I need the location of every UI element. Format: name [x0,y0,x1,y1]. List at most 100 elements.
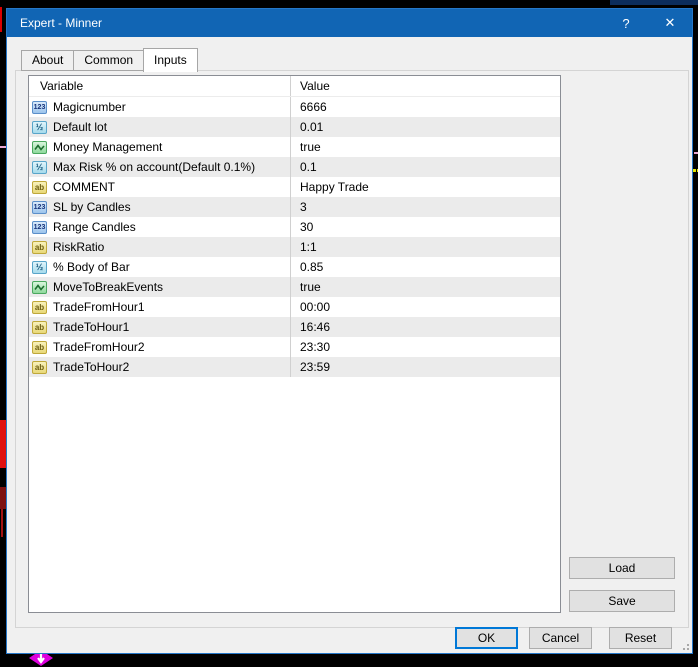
variable-value[interactable]: true [300,280,321,294]
type-int-icon: 123 [32,220,47,234]
chart-line-fragment-right [694,152,698,154]
value-cell[interactable]: 3 [290,197,560,217]
table-row[interactable]: ½ Default lot 0.01 [29,117,560,137]
table-row[interactable]: 123 SL by Candles 3 [29,197,560,217]
value-cell[interactable]: 0.1 [290,157,560,177]
table-row[interactable]: Money Management true [29,137,560,157]
variable-cell: 123 SL by Candles [29,197,290,217]
variable-value[interactable]: 6666 [300,100,327,114]
variable-cell: ab RiskRatio [29,237,290,257]
type-bool-icon [32,280,47,294]
type-string-icon: ab [32,300,47,314]
resize-grip[interactable] [680,641,689,650]
chart-background: Expert - Minner ? ✕ About Common Inputs … [0,0,698,667]
value-cell[interactable]: 00:00 [290,297,560,317]
variable-value[interactable]: 00:00 [300,300,330,314]
table-row[interactable]: ab COMMENT Happy Trade [29,177,560,197]
variable-name: Money Management [53,140,163,154]
expert-properties-dialog: Expert - Minner ? ✕ About Common Inputs … [6,8,693,654]
type-string-icon: ab [32,240,47,254]
variable-cell: MoveToBreakEvents [29,277,290,297]
table-row[interactable]: ab TradeToHour1 16:46 [29,317,560,337]
chart-candle-wick [1,509,3,537]
table-row[interactable]: ½ Max Risk % on account(Default 0.1%) 0.… [29,157,560,177]
variable-value[interactable]: 0.01 [300,120,323,134]
variable-value[interactable]: true [300,140,321,154]
variable-name: TradeToHour2 [53,360,130,374]
variable-name: TradeFromHour1 [53,300,145,314]
table-row[interactable]: ab TradeToHour2 23:59 [29,357,560,377]
table-row[interactable]: ab TradeFromHour1 00:00 [29,297,560,317]
variable-value[interactable]: 3 [300,200,307,214]
variable-name: TradeToHour1 [53,320,130,334]
variable-value[interactable]: 23:59 [300,360,330,374]
table-header: Variable Value [29,76,560,97]
chart-candle-fragment [0,7,2,32]
titlebar-buttons: ? ✕ [604,9,692,37]
variable-value[interactable]: 16:46 [300,320,330,334]
help-icon: ? [622,15,630,31]
chart-dot-yellow [693,169,696,172]
tab-strip: About Common Inputs [21,47,198,72]
variable-name: MoveToBreakEvents [53,280,164,294]
table-row[interactable]: 123 Range Candles 30 [29,217,560,237]
table-row[interactable]: MoveToBreakEvents true [29,277,560,297]
column-header-variable[interactable]: Variable [29,79,290,93]
variable-name: Default lot [53,120,108,134]
value-cell[interactable]: 23:59 [290,357,560,377]
tab-inputs[interactable]: Inputs [143,48,198,72]
value-cell[interactable]: true [290,137,560,157]
type-double-icon: ½ [32,120,47,134]
save-button[interactable]: Save [569,590,675,612]
variable-name: RiskRatio [53,240,105,254]
type-string-icon: ab [32,320,47,334]
table-row[interactable]: 123 Magicnumber 6666 [29,97,560,117]
variable-cell: Money Management [29,137,290,157]
variable-name: % Body of Bar [53,260,130,274]
variable-cell: ½ Default lot [29,117,290,137]
variable-name: SL by Candles [53,200,131,214]
variable-value[interactable]: 1:1 [300,240,317,254]
help-button[interactable]: ? [604,9,648,37]
variable-name: Range Candles [53,220,136,234]
tab-common[interactable]: Common [73,50,144,71]
value-cell[interactable]: 6666 [290,97,560,117]
value-cell[interactable]: 1:1 [290,237,560,257]
background-window-strip [610,0,698,5]
value-cell[interactable]: true [290,277,560,297]
variable-name: COMMENT [53,180,115,194]
variable-name: TradeFromHour2 [53,340,145,354]
variable-value[interactable]: 23:30 [300,340,330,354]
inputs-tab-panel: Variable Value 123 Magicnumber 6666 ½ De… [15,70,689,628]
value-cell[interactable]: 23:30 [290,337,560,357]
table-row[interactable]: ab TradeFromHour2 23:30 [29,337,560,357]
value-cell[interactable]: Happy Trade [290,177,560,197]
value-cell[interactable]: 30 [290,217,560,237]
table-row[interactable]: ½ % Body of Bar 0.85 [29,257,560,277]
ok-button[interactable]: OK [455,627,518,649]
tab-about[interactable]: About [21,50,74,71]
value-cell[interactable]: 16:46 [290,317,560,337]
value-cell[interactable]: 0.85 [290,257,560,277]
variable-name: Magicnumber [53,100,126,114]
titlebar[interactable]: Expert - Minner ? ✕ [7,9,692,37]
type-double-icon: ½ [32,160,47,174]
variable-value[interactable]: 30 [300,220,313,234]
column-header-value[interactable]: Value [290,76,560,96]
variable-name: Max Risk % on account(Default 0.1%) [53,160,256,174]
value-cell[interactable]: 0.01 [290,117,560,137]
table-row[interactable]: ab RiskRatio 1:1 [29,237,560,257]
inputs-table: Variable Value 123 Magicnumber 6666 ½ De… [28,75,561,613]
variable-cell: ab COMMENT [29,177,290,197]
variable-value[interactable]: Happy Trade [300,180,369,194]
cancel-button[interactable]: Cancel [529,627,592,649]
type-string-icon: ab [32,180,47,194]
variable-value[interactable]: 0.1 [300,160,317,174]
variable-cell: ½ % Body of Bar [29,257,290,277]
table-body: 123 Magicnumber 6666 ½ Default lot 0.01 … [29,97,560,377]
close-button[interactable]: ✕ [648,9,692,37]
reset-button[interactable]: Reset [609,627,672,649]
type-int-icon: 123 [32,100,47,114]
load-button[interactable]: Load [569,557,675,579]
variable-value[interactable]: 0.85 [300,260,323,274]
